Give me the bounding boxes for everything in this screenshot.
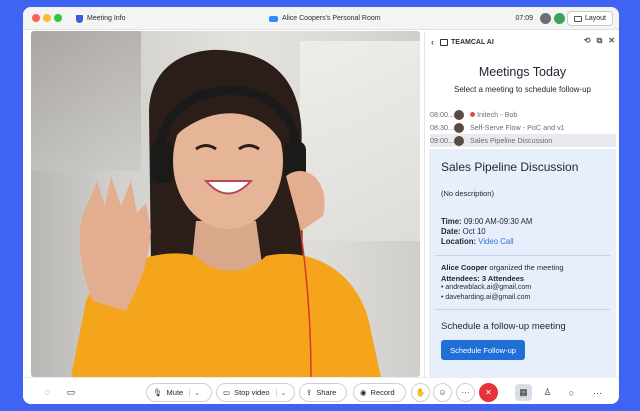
- mute-label: Mute: [166, 388, 184, 397]
- details-date: Date: Oct 10: [441, 227, 486, 236]
- raise-hand-icon[interactable]: ✋: [411, 383, 430, 402]
- date-label: Date:: [441, 227, 461, 236]
- status-dot-icon: [470, 112, 475, 117]
- meeting-time: 08:30...: [430, 123, 454, 132]
- meeting-row[interactable]: 08:30... Self-Serve Flow - PoC and v1: [430, 121, 616, 134]
- more-options-icon[interactable]: ···: [456, 383, 475, 402]
- chat-icon[interactable]: ▭: [65, 386, 77, 398]
- end-call-icon[interactable]: ✕: [479, 383, 498, 402]
- meeting-info-label: Meeting Info: [87, 15, 126, 22]
- chevron-down-icon[interactable]: ⌄: [189, 388, 200, 397]
- attendees-label: Attendees: 3 Attendees: [441, 274, 525, 283]
- divider: [435, 255, 610, 256]
- reactions-icon[interactable]: ◌: [41, 386, 53, 398]
- popout-icon[interactable]: ⧉: [597, 36, 603, 46]
- room-title: Alice Coopers's Personal Room: [269, 7, 381, 30]
- attendee-email: andrewblack.ai@gmail.com: [445, 284, 532, 291]
- room-title-label: Alice Coopers's Personal Room: [282, 15, 381, 22]
- panel-title: Meetings Today: [478, 65, 567, 79]
- video-feed[interactable]: [31, 31, 420, 377]
- minimize-window-button[interactable]: [43, 14, 51, 22]
- chat-bubble-icon[interactable]: ○: [563, 384, 580, 401]
- history-icon[interactable]: ⟲: [584, 36, 591, 46]
- avatar: [454, 135, 464, 146]
- share-icon: ⇪: [306, 388, 313, 397]
- meeting-name: Initech - Bob: [477, 110, 518, 119]
- close-icon[interactable]: ✕: [608, 36, 615, 46]
- participant-video-image: [71, 49, 381, 377]
- mute-button[interactable]: 🎙 Mute ⌄: [146, 383, 212, 402]
- time-label: Time:: [441, 217, 462, 226]
- share-button[interactable]: ⇪ Share: [299, 383, 347, 402]
- followup-heading: Schedule a follow-up meeting: [441, 321, 566, 332]
- microphone-icon: 🎙: [153, 388, 163, 397]
- app-window: Meeting Info Alice Coopers's Personal Ro…: [23, 7, 619, 404]
- details-organizer: Alice Cooper organized the meeting: [441, 263, 564, 272]
- more-icon[interactable]: ···: [589, 384, 606, 401]
- avatar: [454, 109, 464, 120]
- divider: [435, 309, 610, 310]
- record-label: Record: [370, 388, 395, 397]
- shield-icon: [76, 14, 83, 23]
- layout-label: Layout: [584, 15, 606, 22]
- back-chevron-icon[interactable]: ‹: [431, 37, 434, 47]
- panel-header: ‹ TEAMCAL AI ⟲ ⧉ ✕: [425, 31, 619, 53]
- attendee-item: • daveharding.ai@gmail.com: [441, 294, 531, 301]
- panel-subtitle: Select a meeting to schedule follow-up: [454, 85, 591, 94]
- apps-icon[interactable]: ▦: [515, 384, 532, 401]
- schedule-followup-button[interactable]: Schedule Follow-up: [441, 340, 525, 360]
- panel-app-name: TEAMCAL AI: [451, 38, 494, 46]
- title-bar: Meeting Info Alice Coopers's Personal Ro…: [23, 7, 619, 30]
- location-label: Location:: [441, 237, 477, 246]
- teamcal-panel: ‹ TEAMCAL AI ⟲ ⧉ ✕ Meetings Today Select…: [424, 31, 619, 377]
- participants-icon[interactable]: ♙: [539, 384, 556, 401]
- date-value: Oct 10: [462, 227, 486, 236]
- record-icon: ◉: [360, 388, 367, 397]
- details-title: Sales Pipeline Discussion: [441, 160, 579, 174]
- meeting-details: Sales Pipeline Discussion (No descriptio…: [429, 149, 616, 377]
- status-icon[interactable]: [540, 13, 551, 24]
- meeting-name: Sales Pipeline Discussion: [470, 136, 553, 145]
- security-icon[interactable]: [554, 13, 565, 24]
- meeting-info-button[interactable]: Meeting Info: [76, 7, 126, 30]
- share-label: Share: [316, 388, 337, 397]
- meeting-time: 09:00...: [430, 136, 454, 145]
- details-time: Time: 09:00 AM-09:30 AM: [441, 217, 532, 226]
- maximize-window-button[interactable]: [54, 14, 62, 22]
- record-button[interactable]: ◉ Record: [353, 383, 406, 402]
- emoji-icon[interactable]: ☺: [433, 383, 452, 402]
- video-camera-icon: ▭: [223, 388, 231, 397]
- meeting-time: 08:00...: [430, 110, 454, 119]
- teamcal-logo-icon: [440, 38, 448, 46]
- room-icon: [269, 15, 278, 22]
- details-location: Location: Video Call: [441, 237, 514, 246]
- organizer-suffix: organized the meeting: [489, 263, 564, 272]
- meeting-toolbar: ◌ ▭ 🎙 Mute ⌄ ▭ Stop video ⌄ ⇪ Share ◉ Re…: [23, 377, 619, 404]
- avatar: [454, 122, 464, 133]
- attendee-item: • andrewblack.ai@gmail.com: [441, 284, 532, 291]
- layout-icon: [573, 15, 582, 22]
- layout-button[interactable]: Layout: [566, 11, 613, 26]
- close-window-button[interactable]: [32, 14, 40, 22]
- details-attendees: Attendees: 3 Attendees: [441, 274, 524, 283]
- organizer-name: Alice Cooper: [441, 263, 488, 272]
- meeting-row-selected[interactable]: 09:00... Sales Pipeline Discussion: [430, 134, 616, 147]
- clock: 07:09: [515, 7, 533, 30]
- time-value: 09:00 AM-09:30 AM: [463, 217, 533, 226]
- attendee-email: daveharding.ai@gmail.com: [445, 294, 531, 301]
- details-description: (No description): [441, 189, 494, 198]
- meeting-row[interactable]: 08:00... Initech - Bob: [430, 108, 616, 121]
- meeting-name: Self-Serve Flow - PoC and v1: [470, 123, 565, 132]
- clock-time: 07:09: [515, 15, 533, 22]
- location-link[interactable]: Video Call: [478, 237, 513, 246]
- stop-video-label: Stop video: [234, 388, 270, 397]
- stop-video-button[interactable]: ▭ Stop video ⌄: [216, 383, 295, 402]
- chevron-down-icon[interactable]: ⌄: [275, 388, 286, 397]
